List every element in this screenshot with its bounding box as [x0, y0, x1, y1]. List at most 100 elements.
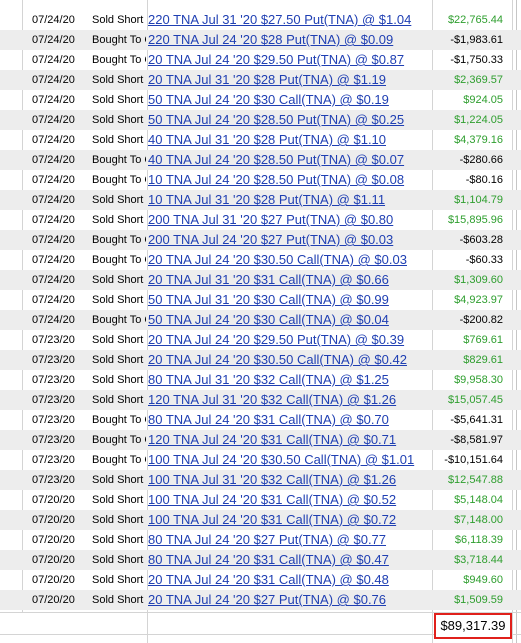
- amount-cell[interactable]: $1,509.59: [423, 590, 503, 610]
- amount-cell[interactable]: -$80.16: [423, 170, 503, 190]
- action-cell[interactable]: Bought To Close: [92, 430, 146, 450]
- action-cell[interactable]: Sold Short: [92, 590, 146, 610]
- date-cell[interactable]: 07/23/20: [32, 470, 88, 490]
- description-link[interactable]: 200 TNA Jul 24 '20 $27 Put(TNA) @ $0.03: [148, 230, 448, 250]
- description-link[interactable]: 100 TNA Jul 31 '20 $32 Call(TNA) @ $1.26: [148, 470, 448, 490]
- amount-cell[interactable]: -$10,151.64: [423, 450, 503, 470]
- description-link[interactable]: 20 TNA Jul 31 '20 $28 Put(TNA) @ $1.19: [148, 70, 448, 90]
- action-cell[interactable]: Sold Short: [92, 390, 146, 410]
- description-link[interactable]: 100 TNA Jul 24 '20 $30.50 Call(TNA) @ $1…: [148, 450, 448, 470]
- description-link[interactable]: 20 TNA Jul 24 '20 $30.50 Call(TNA) @ $0.…: [148, 350, 448, 370]
- action-cell[interactable]: Sold Short: [92, 570, 146, 590]
- action-cell[interactable]: Bought To Close: [92, 230, 146, 250]
- date-cell[interactable]: 07/23/20: [32, 350, 88, 370]
- amount-cell[interactable]: $949.60: [423, 570, 503, 590]
- date-cell[interactable]: 07/23/20: [32, 410, 88, 430]
- date-cell[interactable]: 07/23/20: [32, 370, 88, 390]
- amount-cell[interactable]: $15,895.96: [423, 210, 503, 230]
- date-cell[interactable]: 07/20/20: [32, 590, 88, 610]
- amount-cell[interactable]: $6,118.39: [423, 530, 503, 550]
- action-cell[interactable]: Sold Short: [92, 350, 146, 370]
- date-cell[interactable]: 07/20/20: [32, 570, 88, 590]
- amount-cell[interactable]: -$1,983.61: [423, 30, 503, 50]
- date-cell[interactable]: 07/23/20: [32, 330, 88, 350]
- description-link[interactable]: 40 TNA Jul 24 '20 $28.50 Put(TNA) @ $0.0…: [148, 150, 448, 170]
- date-cell[interactable]: 07/24/20: [32, 190, 88, 210]
- description-link[interactable]: 100 TNA Jul 24 '20 $31 Call(TNA) @ $0.72: [148, 510, 448, 530]
- amount-cell[interactable]: -$8,581.97: [423, 430, 503, 450]
- amount-cell[interactable]: -$5,641.31: [423, 410, 503, 430]
- amount-cell[interactable]: $3,718.44: [423, 550, 503, 570]
- date-cell[interactable]: 07/24/20: [32, 70, 88, 90]
- amount-cell[interactable]: $5,148.04: [423, 490, 503, 510]
- description-link[interactable]: 80 TNA Jul 24 '20 $31 Call(TNA) @ $0.70: [148, 410, 448, 430]
- amount-cell[interactable]: $7,148.00: [423, 510, 503, 530]
- date-cell[interactable]: 07/20/20: [32, 510, 88, 530]
- action-cell[interactable]: Sold Short: [92, 190, 146, 210]
- date-cell[interactable]: 07/24/20: [32, 170, 88, 190]
- action-cell[interactable]: Sold Short: [92, 330, 146, 350]
- action-cell[interactable]: Sold Short: [92, 370, 146, 390]
- date-cell[interactable]: 07/24/20: [32, 250, 88, 270]
- amount-cell[interactable]: $1,309.60: [423, 270, 503, 290]
- amount-cell[interactable]: $829.61: [423, 350, 503, 370]
- description-link[interactable]: 200 TNA Jul 31 '20 $27 Put(TNA) @ $0.80: [148, 210, 448, 230]
- action-cell[interactable]: Bought To Close: [92, 250, 146, 270]
- date-cell[interactable]: 07/20/20: [32, 490, 88, 510]
- action-cell[interactable]: Sold Short: [92, 70, 146, 90]
- description-link[interactable]: 120 TNA Jul 24 '20 $31 Call(TNA) @ $0.71: [148, 430, 448, 450]
- description-link[interactable]: 100 TNA Jul 24 '20 $31 Call(TNA) @ $0.52: [148, 490, 448, 510]
- date-cell[interactable]: 07/24/20: [32, 150, 88, 170]
- amount-cell[interactable]: $1,224.05: [423, 110, 503, 130]
- amount-cell[interactable]: $15,057.45: [423, 390, 503, 410]
- amount-cell[interactable]: -$60.33: [423, 250, 503, 270]
- description-link[interactable]: 50 TNA Jul 24 '20 $28.50 Put(TNA) @ $0.2…: [148, 110, 448, 130]
- total-amount-cell[interactable]: $89,317.39: [434, 613, 512, 639]
- description-link[interactable]: 40 TNA Jul 31 '20 $28 Put(TNA) @ $1.10: [148, 130, 448, 150]
- description-link[interactable]: 10 TNA Jul 24 '20 $28.50 Put(TNA) @ $0.0…: [148, 170, 448, 190]
- action-cell[interactable]: Bought To Close: [92, 150, 146, 170]
- amount-cell[interactable]: $2,369.57: [423, 70, 503, 90]
- description-link[interactable]: 120 TNA Jul 31 '20 $32 Call(TNA) @ $1.26: [148, 390, 448, 410]
- amount-cell[interactable]: $769.61: [423, 330, 503, 350]
- date-cell[interactable]: 07/23/20: [32, 430, 88, 450]
- action-cell[interactable]: Bought To Close: [92, 310, 146, 330]
- amount-cell[interactable]: $4,379.16: [423, 130, 503, 150]
- amount-cell[interactable]: -$200.82: [423, 310, 503, 330]
- description-link[interactable]: 10 TNA Jul 31 '20 $28 Put(TNA) @ $1.11: [148, 190, 448, 210]
- amount-cell[interactable]: $1,104.79: [423, 190, 503, 210]
- description-link[interactable]: 20 TNA Jul 24 '20 $29.50 Put(TNA) @ $0.8…: [148, 50, 448, 70]
- date-cell[interactable]: 07/23/20: [32, 390, 88, 410]
- description-link[interactable]: 50 TNA Jul 24 '20 $30 Call(TNA) @ $0.19: [148, 90, 448, 110]
- action-cell[interactable]: Sold Short: [92, 110, 146, 130]
- action-cell[interactable]: Sold Short: [92, 130, 146, 150]
- action-cell[interactable]: Bought To Close: [92, 30, 146, 50]
- amount-cell[interactable]: $22,765.44: [423, 10, 503, 30]
- action-cell[interactable]: Sold Short: [92, 550, 146, 570]
- date-cell[interactable]: 07/24/20: [32, 230, 88, 250]
- date-cell[interactable]: 07/24/20: [32, 310, 88, 330]
- action-cell[interactable]: Bought To Close: [92, 410, 146, 430]
- action-cell[interactable]: Sold Short: [92, 530, 146, 550]
- action-cell[interactable]: Sold Short: [92, 470, 146, 490]
- date-cell[interactable]: 07/24/20: [32, 110, 88, 130]
- action-cell[interactable]: Sold Short: [92, 90, 146, 110]
- action-cell[interactable]: Sold Short: [92, 490, 146, 510]
- amount-cell[interactable]: $12,547.88: [423, 470, 503, 490]
- date-cell[interactable]: 07/24/20: [32, 210, 88, 230]
- description-link[interactable]: 20 TNA Jul 31 '20 $31 Call(TNA) @ $0.66: [148, 270, 448, 290]
- date-cell[interactable]: 07/23/20: [32, 450, 88, 470]
- action-cell[interactable]: Sold Short: [92, 270, 146, 290]
- date-cell[interactable]: 07/24/20: [32, 50, 88, 70]
- description-link[interactable]: 80 TNA Jul 24 '20 $31 Call(TNA) @ $0.47: [148, 550, 448, 570]
- description-link[interactable]: 50 TNA Jul 24 '20 $30 Call(TNA) @ $0.04: [148, 310, 448, 330]
- description-link[interactable]: 50 TNA Jul 31 '20 $30 Call(TNA) @ $0.99: [148, 290, 448, 310]
- description-link[interactable]: 220 TNA Jul 24 '20 $28 Put(TNA) @ $0.09: [148, 30, 448, 50]
- amount-cell[interactable]: -$280.66: [423, 150, 503, 170]
- action-cell[interactable]: Bought To Close: [92, 450, 146, 470]
- description-link[interactable]: 220 TNA Jul 31 '20 $27.50 Put(TNA) @ $1.…: [148, 10, 448, 30]
- action-cell[interactable]: Bought To Close: [92, 170, 146, 190]
- date-cell[interactable]: 07/24/20: [32, 90, 88, 110]
- date-cell[interactable]: 07/24/20: [32, 270, 88, 290]
- date-cell[interactable]: 07/20/20: [32, 550, 88, 570]
